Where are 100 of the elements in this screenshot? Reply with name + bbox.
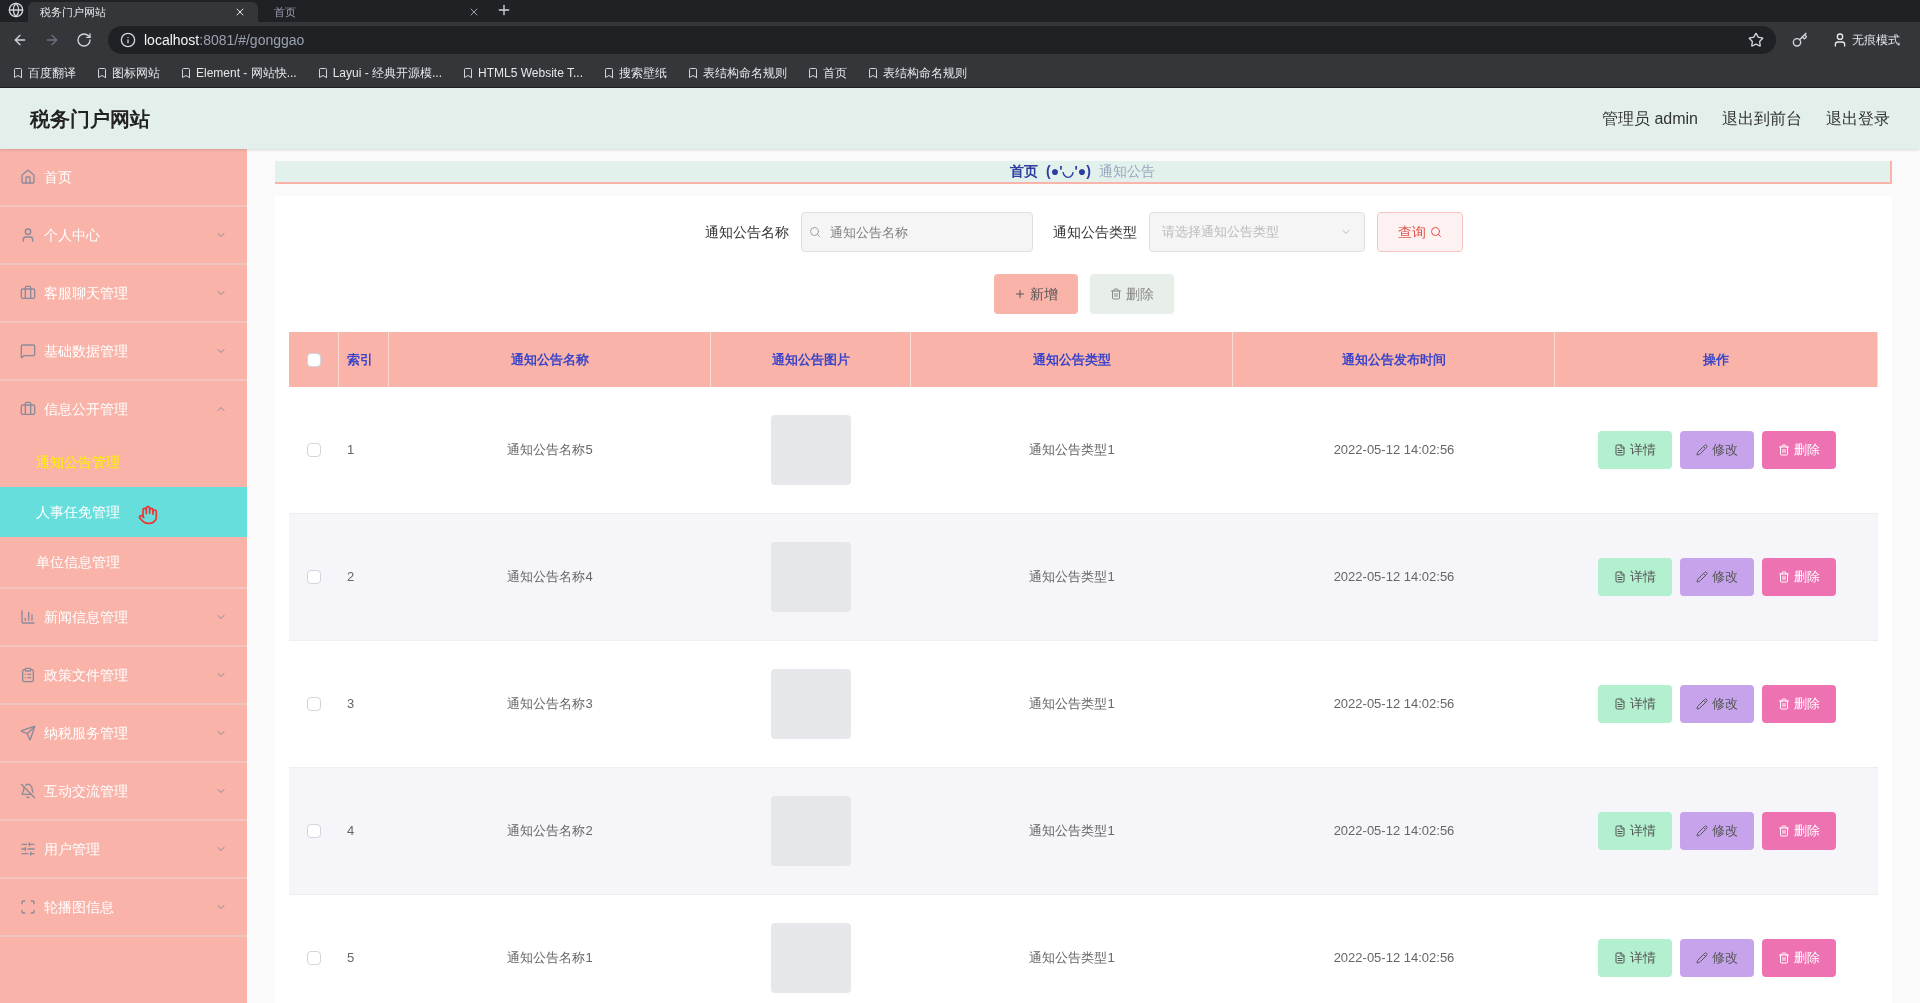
column-header[interactable]: 操作 xyxy=(1703,349,1729,370)
bookmark-item[interactable]: Element - 网站快... xyxy=(180,63,297,82)
user-icon xyxy=(20,227,36,243)
query-button[interactable]: 查询 xyxy=(1376,212,1463,252)
sliders-icon xyxy=(20,841,36,857)
trash-icon xyxy=(1777,698,1790,710)
briefcase-icon xyxy=(20,285,36,301)
bookmark-icon xyxy=(807,66,819,79)
close-icon[interactable] xyxy=(234,6,246,18)
delete-button[interactable]: 删除 xyxy=(1761,939,1836,977)
detail-button[interactable]: 详情 xyxy=(1597,685,1672,723)
edit-button[interactable]: 修改 xyxy=(1679,558,1754,596)
table-cell-text: 2 xyxy=(347,568,355,587)
header-link[interactable]: 管理员 admin xyxy=(1601,106,1698,131)
document-icon xyxy=(1613,952,1626,964)
bookmark-item[interactable]: HTML5 Website T... xyxy=(462,63,583,82)
site-title: 税务门户网站 xyxy=(30,106,151,132)
checkbox[interactable] xyxy=(306,352,321,367)
incognito-badge[interactable]: 无痕模式 xyxy=(1824,31,1908,49)
breadcrumb-current: 通知公告 xyxy=(1098,162,1155,181)
bookmark-item[interactable]: Layui - 经典开源模... xyxy=(316,63,443,82)
info-icon xyxy=(120,32,136,48)
table-cell-text: 1 xyxy=(347,441,355,460)
bookmark-item[interactable]: 搜索壁纸 xyxy=(603,63,667,82)
table-cell-text: 通知公告名称4 xyxy=(507,568,593,587)
detail-button[interactable]: 详情 xyxy=(1597,812,1672,850)
pencil-icon xyxy=(1695,571,1708,583)
breadcrumb-link[interactable]: 首页 xyxy=(1010,161,1039,182)
detail-button[interactable]: 详情 xyxy=(1597,558,1672,596)
search-icon xyxy=(808,226,821,238)
paper-plane-icon xyxy=(20,725,36,741)
trash-icon xyxy=(1777,571,1790,583)
delete-button[interactable]: 删除 xyxy=(1761,812,1836,850)
delete-button[interactable]: 删除 xyxy=(1089,274,1174,314)
add-button[interactable]: 新增 xyxy=(993,274,1078,314)
address-bar[interactable]: localhost:8081/#/gonggao xyxy=(108,26,1776,54)
checkbox[interactable] xyxy=(307,951,321,965)
bookmark-icon xyxy=(462,66,475,79)
close-icon[interactable] xyxy=(468,6,480,18)
bell-icon xyxy=(20,783,36,799)
bookmark-item[interactable]: 图标网站 xyxy=(96,63,160,82)
browser-tab[interactable]: 税务门户网站 xyxy=(28,2,258,22)
table-cell-text: 4 xyxy=(347,822,355,841)
column-header[interactable]: 通知公告名称 xyxy=(510,349,589,370)
bookmark-item[interactable]: 表结构命名规则 xyxy=(867,63,967,82)
detail-button[interactable]: 详情 xyxy=(1597,431,1672,469)
checkbox[interactable] xyxy=(307,697,321,711)
document-icon xyxy=(1613,698,1626,710)
trash-icon xyxy=(1777,952,1790,964)
bookmark-icon xyxy=(867,66,879,79)
delete-button[interactable]: 删除 xyxy=(1761,558,1836,596)
table-cell-text: 通知公告类型1 xyxy=(1029,568,1115,587)
header-link[interactable]: 退出登录 xyxy=(1826,106,1890,131)
trash-icon xyxy=(1777,444,1790,456)
detail-button[interactable]: 详情 xyxy=(1597,939,1672,977)
briefcase-icon xyxy=(20,401,36,417)
bookmark-icon xyxy=(12,66,24,79)
trash-icon xyxy=(1777,825,1790,837)
table-cell-text: 2022-05-12 14:02:56 xyxy=(1333,695,1455,714)
message-icon xyxy=(20,343,36,359)
bookmark-item[interactable]: 首页 xyxy=(807,63,847,82)
forward-icon[interactable] xyxy=(44,32,60,48)
new-tab-icon[interactable] xyxy=(496,2,512,18)
edit-button[interactable]: 修改 xyxy=(1679,685,1754,723)
field-label: 通知公告类型 xyxy=(1052,222,1137,242)
bookmark-item[interactable]: 百度翻译 xyxy=(12,63,76,82)
plus-icon xyxy=(1013,288,1026,300)
bookmark-icon xyxy=(96,66,108,79)
table-cell-text: 2022-05-12 14:02:56 xyxy=(1333,949,1455,968)
star-icon[interactable] xyxy=(1748,32,1764,48)
edit-button[interactable]: 修改 xyxy=(1679,431,1754,469)
key-icon[interactable] xyxy=(1792,32,1808,48)
table-cell-text: 通知公告名称5 xyxy=(507,441,593,460)
search-field[interactable]: 通知公告名称 xyxy=(800,212,1033,252)
reload-icon[interactable] xyxy=(76,32,92,48)
checkbox[interactable] xyxy=(307,824,321,838)
checkbox[interactable] xyxy=(307,570,321,584)
browser-menu-icon[interactable] xyxy=(8,2,24,18)
edit-button[interactable]: 修改 xyxy=(1679,939,1754,977)
bookmark-icon xyxy=(603,66,615,79)
column-header[interactable]: 索引 xyxy=(347,349,373,370)
pencil-icon xyxy=(1695,698,1708,710)
table-cell-text: 通知公告名称3 xyxy=(507,695,593,714)
table-cell-text: 通知公告类型1 xyxy=(1029,695,1115,714)
back-icon[interactable] xyxy=(12,32,28,48)
column-header[interactable]: 通知公告发布时间 xyxy=(1341,349,1446,370)
breadcrumb-separator: (●'◡'●) xyxy=(1046,162,1091,181)
table-cell-text: 2022-05-12 14:02:56 xyxy=(1333,822,1455,841)
column-header[interactable]: 通知公告类型 xyxy=(1032,349,1111,370)
edit-button[interactable]: 修改 xyxy=(1679,812,1754,850)
checkbox[interactable] xyxy=(307,443,321,457)
table-cell-text: 2022-05-12 14:02:56 xyxy=(1333,441,1455,460)
delete-button[interactable]: 删除 xyxy=(1761,431,1836,469)
column-header[interactable]: 通知公告图片 xyxy=(771,349,850,370)
bookmark-icon xyxy=(180,66,192,79)
table-cell-text: 5 xyxy=(347,949,355,968)
header-link[interactable]: 退出到前台 xyxy=(1722,106,1802,131)
bookmark-item[interactable]: 表结构命名规则 xyxy=(687,63,787,82)
document-icon xyxy=(1613,571,1626,583)
delete-button[interactable]: 删除 xyxy=(1761,685,1836,723)
